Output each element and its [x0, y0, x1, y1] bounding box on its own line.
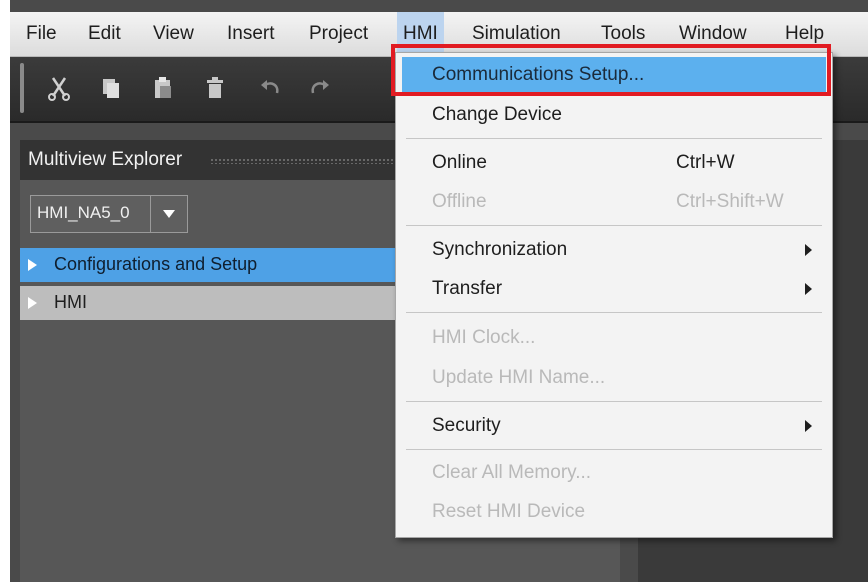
menu-separator [406, 449, 822, 450]
undo-icon[interactable] [257, 75, 283, 101]
application-window: File Edit View Insert Project HMI Simula… [10, 0, 868, 582]
submenu-arrow-icon [805, 244, 812, 256]
menu-separator [406, 312, 822, 313]
explorer-title: Multiview Explorer [28, 149, 183, 170]
menu-view[interactable]: View [153, 12, 194, 56]
chevron-down-icon[interactable] [150, 196, 187, 232]
shortcut-text: Ctrl+W [676, 152, 735, 173]
menu-insert[interactable]: Insert [227, 12, 275, 56]
tree-item-label: HMI [54, 292, 87, 312]
redo-icon[interactable] [307, 75, 333, 101]
tree-item-configurations[interactable]: Configurations and Setup [20, 248, 400, 282]
menu-edit[interactable]: Edit [88, 12, 121, 56]
copy-icon[interactable] [98, 75, 124, 101]
menu-item-security[interactable]: Security [402, 408, 826, 446]
menu-item-reset-hmi-device: Reset HMI Device [432, 501, 586, 522]
callout-highlight-box [391, 44, 831, 96]
device-select[interactable]: HMI_NA5_0 [30, 195, 188, 233]
cut-icon[interactable] [46, 75, 72, 101]
delete-icon[interactable] [202, 75, 228, 101]
expand-arrow-icon[interactable] [28, 297, 37, 309]
menu-item-offline: Offline Ctrl+Shift+W [432, 191, 784, 212]
shortcut-text: Ctrl+Shift+W [676, 191, 784, 212]
menu-item-online[interactable]: Online Ctrl+W [402, 145, 826, 183]
submenu-arrow-icon [805, 420, 812, 432]
toolbar-grip[interactable] [20, 63, 24, 113]
menu-separator [406, 138, 822, 139]
hmi-menu-dropdown: Communications Setup... Change Device On… [395, 52, 833, 538]
tree-item-label: Configurations and Setup [54, 254, 258, 274]
submenu-arrow-icon [805, 283, 812, 295]
expand-arrow-icon[interactable] [28, 259, 37, 271]
menu-item-clear-all-memory: Clear All Memory... [432, 462, 592, 483]
menu-item-synchronization[interactable]: Synchronization [402, 232, 826, 270]
menu-item-update-hmi-name: Update HMI Name... [432, 367, 606, 388]
paste-icon[interactable] [150, 75, 176, 101]
tree-item-hmi[interactable]: HMI [20, 286, 400, 320]
menu-file[interactable]: File [26, 12, 57, 56]
menu-item-transfer[interactable]: Transfer [402, 271, 826, 309]
menu-project[interactable]: Project [309, 12, 368, 56]
menu-item-change-device[interactable]: Change Device [402, 97, 826, 135]
device-select-value: HMI_NA5_0 [37, 203, 130, 222]
menu-item-hmi-clock: HMI Clock... [432, 327, 536, 348]
menu-separator [406, 225, 822, 226]
menu-separator [406, 401, 822, 402]
